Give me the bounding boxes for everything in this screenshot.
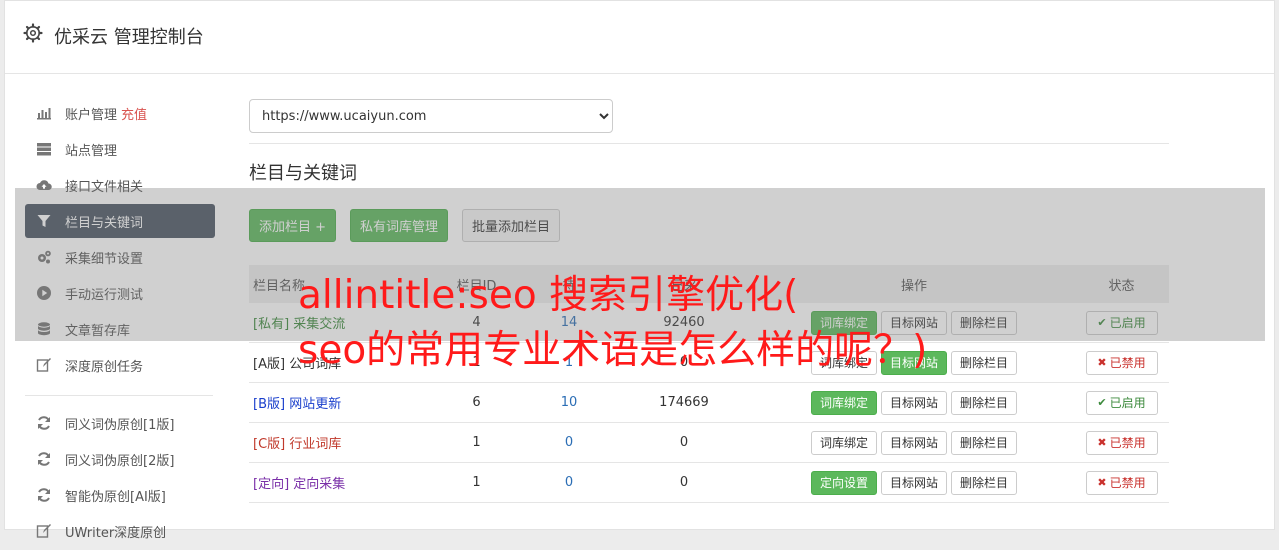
done-count: 0 — [679, 435, 689, 450]
sidebar-item-synonym-v2[interactable]: 同义词伪原创[2版] — [25, 442, 215, 476]
status-label: 已启用 — [1109, 396, 1146, 410]
column-tag: [定向] — [253, 477, 290, 492]
overlay-line-2: seo的常用专业术语是怎么样的呢？) — [298, 328, 928, 373]
close-icon: ✖ — [1097, 436, 1107, 449]
bind-library-button[interactable]: 词库绑定 — [810, 430, 877, 455]
row-actions: 词库绑定 目标网站 删除栏目 — [754, 430, 1074, 455]
close-icon: ✖ — [1097, 356, 1107, 369]
column-tag: [B版] — [253, 397, 286, 412]
status-cell: ✖ 已禁用 — [1074, 350, 1169, 375]
edit-icon — [36, 524, 51, 538]
refresh-icon — [38, 452, 50, 466]
pending-count[interactable]: 10 — [524, 395, 614, 410]
column-tag: [C版] — [253, 437, 286, 452]
server-icon — [37, 143, 51, 156]
status-cell: ✔ 已启用 — [1074, 390, 1169, 415]
delete-column-button[interactable]: 删除栏目 — [951, 470, 1018, 495]
column-name[interactable]: [B版] 网站更新 — [249, 393, 429, 412]
sidebar-item-label: 智能伪原创[AI版] — [65, 489, 166, 505]
status-label: 已禁用 — [1109, 356, 1146, 370]
refresh-icon — [38, 416, 50, 430]
table-row: [定向] 定向采集 1 0 0 定向设置 目标网站 删除栏目 ✖ 已禁用 — [249, 463, 1169, 503]
status-toggle[interactable]: ✔ 已启用 — [1085, 390, 1158, 415]
status-cell: ✖ 已禁用 — [1074, 470, 1169, 495]
top-bar: 优采云 管理控制台 — [5, 1, 1274, 74]
table-row: [B版] 网站更新 6 10 174669 词库绑定 目标网站 删除栏目 ✔ 已… — [249, 383, 1169, 423]
overlay-line-1: allintitle:seo 搜索引擎优化( — [298, 273, 799, 318]
sidebar-item-synonym-v1[interactable]: 同义词伪原创[1版] — [25, 406, 215, 440]
sidebar-item-deep-original[interactable]: 深度原创任务 — [25, 348, 215, 382]
bind-library-button[interactable]: 词库绑定 — [810, 390, 877, 415]
target-site-button[interactable]: 目标网站 — [880, 470, 947, 495]
sidebar-item-uwriter[interactable]: UWriter深度原创 — [25, 514, 215, 548]
column-id: 1 — [472, 435, 481, 450]
status-label: 已禁用 — [1109, 476, 1146, 490]
column-title: 网站更新 — [289, 397, 342, 412]
gear-icon — [23, 23, 43, 43]
sidebar-item-label: 深度原创任务 — [65, 359, 144, 375]
status-label: 已禁用 — [1109, 436, 1146, 450]
delete-column-button[interactable]: 删除栏目 — [951, 390, 1018, 415]
done-count: 0 — [679, 475, 689, 490]
sidebar-item-label: 同义词伪原创[2版] — [65, 453, 175, 469]
column-tag: [A版] — [253, 357, 286, 372]
column-title: 行业词库 — [289, 437, 342, 452]
check-icon: ✔ — [1097, 396, 1107, 409]
sidebar-item-label: 同义词伪原创[1版] — [65, 417, 175, 433]
column-name[interactable]: [C版] 行业词库 — [249, 433, 429, 452]
pending-count[interactable]: 0 — [524, 435, 614, 450]
status-toggle[interactable]: ✖ 已禁用 — [1085, 470, 1158, 495]
status-cell: ✖ 已禁用 — [1074, 430, 1169, 455]
column-name[interactable]: [定向] 定向采集 — [249, 473, 429, 492]
section-title: 栏目与关键词 — [249, 163, 357, 184]
directed-settings-button[interactable]: 定向设置 — [810, 470, 877, 495]
column-id: 6 — [472, 395, 481, 410]
column-id: 1 — [472, 475, 481, 490]
sidebar-item-label: 账户管理 — [65, 107, 118, 123]
sidebar-item-label: UWriter深度原创 — [65, 525, 167, 541]
bar-chart-icon — [37, 108, 51, 120]
site-select[interactable]: https://www.ucaiyun.com — [249, 99, 613, 133]
row-actions: 词库绑定 目标网站 删除栏目 — [754, 390, 1074, 415]
sidebar-item-ai-rewrite[interactable]: 智能伪原创[AI版] — [25, 478, 215, 512]
status-toggle[interactable]: ✖ 已禁用 — [1085, 430, 1158, 455]
recharge-link[interactable]: 充值 — [121, 104, 147, 123]
pending-count[interactable]: 0 — [524, 475, 614, 490]
row-actions: 定向设置 目标网站 删除栏目 — [754, 470, 1074, 495]
overlay-caption: allintitle:seo 搜索引擎优化( seo的常用专业术语是怎么样的呢？… — [298, 268, 1058, 378]
refresh-icon — [38, 488, 50, 502]
main-content: https://www.ucaiyun.com 栏目与关键词 添加栏目 + 私有… — [249, 99, 1169, 503]
column-title: 定向采集 — [293, 477, 346, 492]
status-toggle[interactable]: ✖ 已禁用 — [1085, 350, 1158, 375]
target-site-button[interactable]: 目标网站 — [880, 430, 947, 455]
divider — [249, 143, 1169, 144]
sidebar-divider — [25, 395, 213, 396]
close-icon: ✖ — [1097, 476, 1107, 489]
edit-icon — [36, 358, 51, 372]
sidebar-item-account[interactable]: 账户管理 充值 — [25, 96, 215, 130]
sidebar-item-label: 站点管理 — [65, 143, 118, 159]
table-row: [C版] 行业词库 1 0 0 词库绑定 目标网站 删除栏目 ✖ 已禁用 — [249, 423, 1169, 463]
target-site-button[interactable]: 目标网站 — [880, 390, 947, 415]
delete-column-button[interactable]: 删除栏目 — [951, 430, 1018, 455]
sidebar-item-sites[interactable]: 站点管理 — [25, 132, 215, 166]
done-count: 174669 — [659, 395, 709, 410]
page-title: 优采云 管理控制台 — [54, 27, 204, 48]
